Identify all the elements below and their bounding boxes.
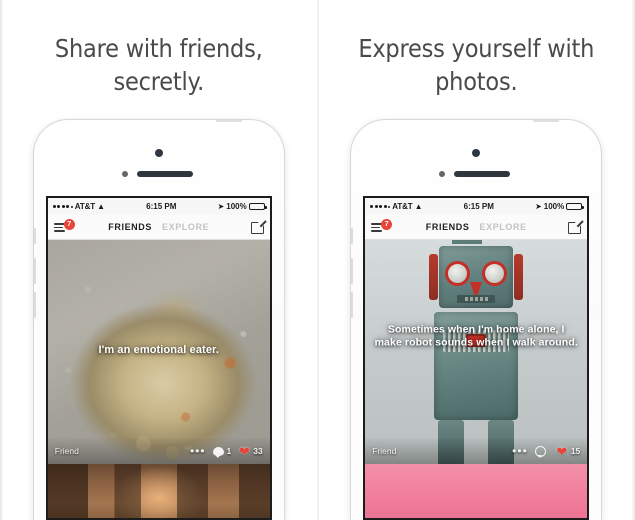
- volume-up-button: [351, 258, 354, 284]
- more-dots-icon[interactable]: •••: [190, 445, 206, 457]
- robot-crest: [452, 240, 483, 244]
- robot-figure: [429, 240, 524, 464]
- status-bar: AT&T ▲ 6:15 PM ➤ 100%: [47, 198, 270, 215]
- signal-dots-icon: [370, 205, 391, 208]
- status-bar-right: ➤ 100%: [535, 201, 585, 211]
- carrier-label: AT&T: [392, 202, 413, 211]
- tab-explore[interactable]: EXPLORE: [479, 222, 526, 232]
- status-bar-time: 6:15 PM: [146, 202, 177, 211]
- front-camera-icon: [154, 149, 163, 157]
- post-caption: Sometimes when I'm home alone, I make ro…: [374, 322, 578, 348]
- post-feed[interactable]: Sometimes when I'm home alone, I make ro…: [365, 240, 588, 518]
- post-caption: I'm an emotional eater.: [98, 343, 219, 356]
- location-arrow-icon: ➤: [217, 201, 225, 211]
- panel-2-iphone-mockup: AT&T ▲ 6:15 PM ➤ 100% 7 FRIENDS EXPLORE …: [351, 120, 602, 520]
- post-actions: ••• 1 ❤ 33: [190, 443, 263, 459]
- robot-eye-left: [445, 261, 471, 286]
- panel-2-phone-screen: AT&T ▲ 6:15 PM ➤ 100% 7 FRIENDS EXPLORE …: [363, 196, 590, 520]
- post-feed[interactable]: I'm an emotional eater. Friend ••• 1 ❤ 3…: [47, 240, 270, 518]
- post-author-label: Friend: [372, 446, 397, 456]
- comment-action[interactable]: 1: [212, 446, 232, 458]
- tab-explore[interactable]: EXPLORE: [162, 222, 209, 232]
- robot-arm-left: [429, 254, 439, 300]
- tab-friends[interactable]: FRIENDS: [108, 222, 152, 232]
- compose-icon[interactable]: [568, 218, 584, 234]
- compose-icon[interactable]: [250, 218, 267, 234]
- feed-post[interactable]: I'm an emotional eater. Friend ••• 1 ❤ 3…: [47, 240, 270, 464]
- battery-full-icon: [566, 203, 585, 210]
- robot-head: [439, 246, 514, 308]
- robot-arm-right: [514, 254, 524, 300]
- location-arrow-icon: ➤: [535, 201, 542, 211]
- silent-switch: [351, 228, 354, 244]
- post-photo-robot: [365, 240, 588, 464]
- comment-action[interactable]: [534, 445, 549, 458]
- panel-1-phone-screen: AT&T ▲ 6:15 PM ➤ 100% 7 FRIENDS EXPLORE …: [45, 196, 272, 520]
- volume-down-button: [351, 292, 354, 318]
- post-actions: ••• ❤ 15: [512, 443, 581, 459]
- status-bar-left: AT&T ▲: [52, 201, 106, 211]
- robot-mouth: [457, 295, 496, 303]
- notification-badge: 7: [381, 219, 393, 230]
- proximity-sensor-icon: [439, 171, 446, 177]
- panel-2-headline: Express yourself with photos.: [358, 34, 595, 96]
- post-action-bar: Friend ••• 1 ❤ 33: [47, 438, 270, 464]
- status-bar: AT&T ▲ 6:15 PM ➤ 100%: [365, 198, 588, 215]
- nav-tabs: FRIENDS EXPLORE: [365, 222, 587, 232]
- battery-percent-label: 100%: [226, 202, 247, 211]
- power-button: [215, 120, 242, 122]
- panel-1-iphone-mockup: AT&T ▲ 6:15 PM ➤ 100% 7 FRIENDS EXPLORE …: [33, 120, 284, 520]
- next-post-photo: [47, 464, 270, 518]
- comment-count: 1: [226, 446, 232, 456]
- comment-bubble-icon: [534, 445, 546, 458]
- earpiece-speaker: [136, 171, 193, 177]
- post-author-label: Friend: [54, 446, 79, 456]
- signal-dots-icon: [52, 205, 73, 208]
- tab-friends[interactable]: FRIENDS: [426, 222, 470, 232]
- hamburger-menu-icon[interactable]: 7: [371, 219, 393, 234]
- nav-tabs: FRIENDS EXPLORE: [48, 222, 270, 232]
- next-post-peek[interactable]: [47, 464, 270, 518]
- status-bar-right: ➤ 100%: [217, 201, 267, 211]
- post-action-bar: Friend ••• ❤ 15: [365, 438, 588, 464]
- earpiece-speaker: [454, 171, 511, 177]
- notification-badge: 7: [63, 219, 75, 230]
- proximity-sensor-icon: [121, 171, 128, 177]
- app-nav-bar: 7 FRIENDS EXPLORE: [47, 215, 270, 240]
- robot-eye-right: [482, 261, 508, 286]
- like-action[interactable]: ❤ 33: [238, 443, 263, 459]
- next-post-photo: [365, 464, 588, 518]
- heart-icon: ❤: [556, 443, 568, 459]
- comment-bubble-icon: [212, 446, 224, 458]
- hamburger-menu-icon[interactable]: 7: [53, 219, 75, 234]
- next-post-peek[interactable]: [365, 464, 588, 518]
- front-camera-icon: [472, 149, 481, 157]
- status-bar-time: 6:15 PM: [463, 202, 494, 211]
- carrier-label: AT&T: [74, 202, 96, 211]
- power-button: [533, 120, 560, 122]
- status-bar-left: AT&T ▲: [370, 201, 423, 211]
- app-store-screenshot-pair: Share with friends, secretly. AT&T ▲ 6:1…: [0, 0, 635, 520]
- left-page-edge: [0, 0, 3, 520]
- like-action[interactable]: ❤ 15: [556, 443, 581, 459]
- volume-up-button: [33, 258, 36, 284]
- panel-1-headline: Share with friends, secretly.: [54, 34, 263, 96]
- app-nav-bar: 7 FRIENDS EXPLORE: [365, 215, 588, 240]
- like-count: 15: [570, 446, 581, 456]
- battery-full-icon: [248, 203, 267, 210]
- silent-switch: [33, 228, 36, 244]
- screenshot-panel-2: Express yourself with photos. AT&T ▲ 6:1…: [317, 0, 635, 520]
- more-dots-icon[interactable]: •••: [512, 445, 528, 457]
- volume-down-button: [33, 292, 36, 318]
- panel-divider: [317, 0, 319, 520]
- wifi-icon: ▲: [97, 201, 106, 211]
- like-count: 33: [253, 446, 263, 456]
- screenshot-panel-1: Share with friends, secretly. AT&T ▲ 6:1…: [0, 0, 318, 520]
- feed-post[interactable]: Sometimes when I'm home alone, I make ro…: [365, 240, 588, 464]
- battery-percent-label: 100%: [543, 202, 565, 211]
- wifi-icon: ▲: [414, 201, 423, 211]
- heart-icon: ❤: [238, 443, 250, 459]
